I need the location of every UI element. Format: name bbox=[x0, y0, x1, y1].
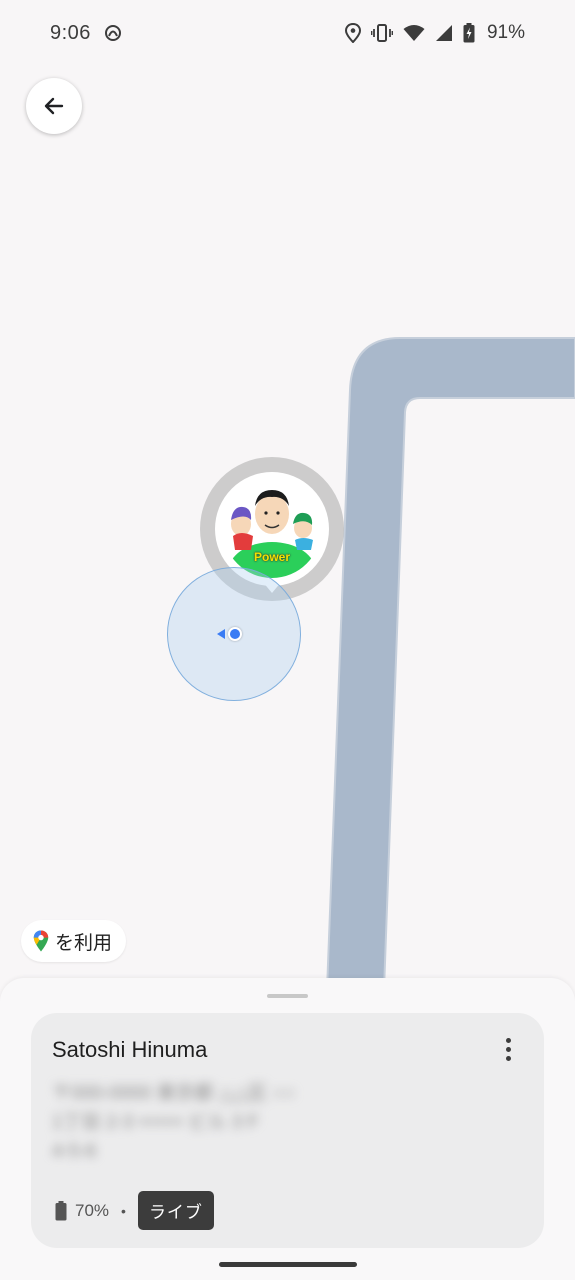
wifi-icon bbox=[403, 25, 425, 41]
road bbox=[325, 337, 575, 990]
person-name: Satoshi Hinuma bbox=[52, 1037, 208, 1062]
battery-charging-icon bbox=[463, 23, 475, 43]
signal-icon bbox=[435, 25, 452, 41]
person-address: 〒000-0000 東京都 △△区 ○○ 1丁目 2-3 ×××× ビル 3 F… bbox=[52, 1079, 412, 1166]
nfc-icon bbox=[104, 25, 121, 41]
open-in-maps-chip[interactable]: を利用 bbox=[21, 920, 127, 962]
separator-dot: • bbox=[121, 1202, 126, 1219]
device-status-row: 70% • ライブ bbox=[55, 1191, 214, 1230]
battery-percent: 91% bbox=[486, 22, 525, 43]
status-icons: 91% bbox=[344, 22, 525, 44]
device-battery-level: 70% bbox=[75, 1200, 110, 1220]
address-line: 1丁目 2-3 ×××× ビル 3 F bbox=[52, 1112, 259, 1133]
battery-icon bbox=[55, 1200, 67, 1220]
address-line: 4-5-6 bbox=[52, 1141, 97, 1162]
gesture-nav-bar[interactable] bbox=[219, 1262, 357, 1267]
google-maps-pin-icon bbox=[33, 930, 49, 952]
avatar-caption: Power bbox=[253, 550, 290, 564]
current-location-dot bbox=[228, 627, 242, 641]
live-badge: ライブ bbox=[137, 1191, 214, 1230]
arrow-back-icon bbox=[44, 97, 64, 115]
more-vert-icon[interactable] bbox=[496, 1033, 520, 1065]
avatar: Power bbox=[223, 480, 321, 578]
bottom-sheet[interactable]: Satoshi Hinuma 〒000-0000 東京都 △△区 ○○ 1丁目 … bbox=[0, 978, 575, 1280]
heading-indicator-icon bbox=[217, 629, 225, 639]
status-bar: 9:06 91% bbox=[0, 0, 575, 66]
location-icon bbox=[344, 23, 361, 43]
status-time: 9:06 bbox=[50, 21, 91, 44]
vibrate-icon bbox=[370, 24, 393, 42]
person-card[interactable]: Satoshi Hinuma 〒000-0000 東京都 △△区 ○○ 1丁目 … bbox=[31, 1013, 544, 1248]
address-line: 〒000-0000 東京都 △△区 ○○ bbox=[52, 1083, 296, 1104]
maps-chip-label: を利用 bbox=[55, 932, 113, 954]
sheet-drag-handle[interactable] bbox=[267, 994, 308, 998]
back-button[interactable] bbox=[26, 78, 82, 134]
